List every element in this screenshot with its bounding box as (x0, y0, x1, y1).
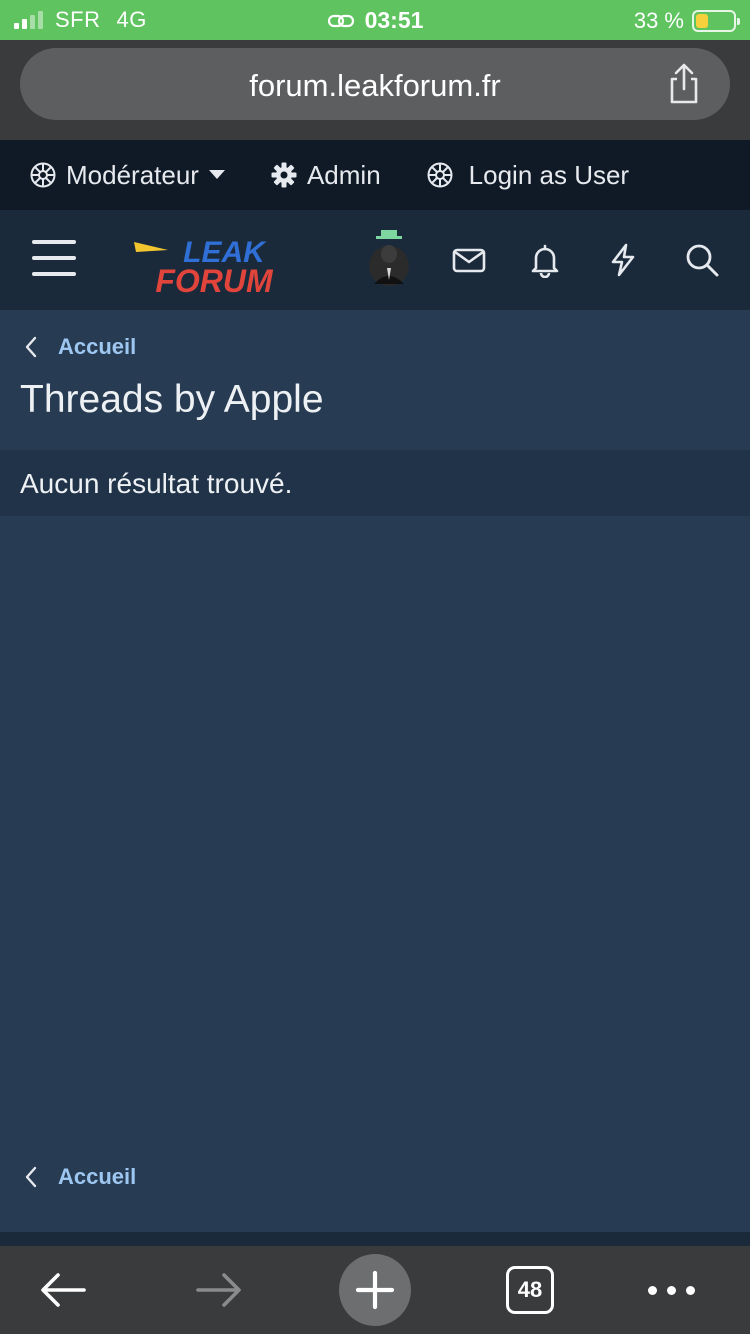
lightning-icon[interactable] (605, 242, 641, 278)
share-icon[interactable] (664, 62, 704, 106)
browser-top-bar: forum.leakforum.fr (0, 40, 750, 140)
site-logo[interactable]: LEAK FORUM (116, 228, 312, 299)
site-header: LEAK FORUM (0, 210, 750, 310)
breadcrumb-home-link[interactable]: Accueil (58, 334, 136, 360)
link-icon (327, 14, 354, 27)
bell-icon[interactable] (527, 242, 563, 278)
plus-icon (355, 1270, 395, 1310)
search-icon[interactable] (684, 242, 720, 278)
clock: 03:51 (364, 7, 424, 33)
page-title: Threads by Apple (20, 378, 324, 421)
browser-toolbar: 48 (0, 1246, 750, 1334)
staff-bar: Modérateur Admin Login as User (0, 140, 750, 210)
back-arrow-icon[interactable] (38, 1270, 88, 1310)
leakforum-logo: LEAK FORUM (134, 236, 274, 299)
battery-percent: 33 % (633, 8, 684, 33)
results-block: Aucun résultat trouvé. (0, 450, 750, 516)
empire-icon (30, 162, 56, 188)
content-footer-edge (0, 1232, 750, 1246)
empty-results-message: Aucun résultat trouvé. (20, 468, 293, 499)
login-as-user-link[interactable]: Login as User (427, 160, 629, 191)
status-right: 33 % (633, 8, 740, 34)
moderator-menu[interactable]: Modérateur (30, 160, 225, 191)
battery-icon (692, 10, 740, 32)
login-as-user-label: Login as User (468, 159, 630, 190)
status-bar: SFR 4G 03:51 33 % (0, 0, 750, 40)
logo-text-bottom: FORUM (155, 263, 274, 298)
breadcrumb-top[interactable]: Accueil (24, 334, 136, 360)
address-bar[interactable]: forum.leakforum.fr (20, 48, 730, 120)
url-text[interactable]: forum.leakforum.fr (20, 68, 730, 104)
tabs-button[interactable]: 48 (506, 1266, 554, 1314)
moderator-label: Modérateur (66, 159, 199, 190)
user-avatar[interactable] (366, 228, 412, 292)
new-tab-button[interactable] (339, 1254, 411, 1326)
admin-label: Admin (306, 159, 381, 190)
empire-icon (427, 162, 453, 188)
breadcrumb-bottom[interactable]: Accueil (24, 1164, 136, 1190)
forward-arrow-icon[interactable] (194, 1270, 244, 1310)
caret-down-icon (208, 170, 225, 179)
envelope-icon[interactable] (451, 242, 487, 278)
menu-icon[interactable] (32, 240, 76, 280)
more-options-icon[interactable] (648, 1286, 695, 1295)
admin-link[interactable]: Admin (271, 160, 381, 191)
gear-icon (271, 162, 297, 188)
chevron-left-icon (25, 1166, 37, 1188)
chevron-left-icon (25, 336, 37, 358)
breadcrumb-home-link[interactable]: Accueil (58, 1164, 136, 1190)
battery-level (696, 14, 708, 28)
